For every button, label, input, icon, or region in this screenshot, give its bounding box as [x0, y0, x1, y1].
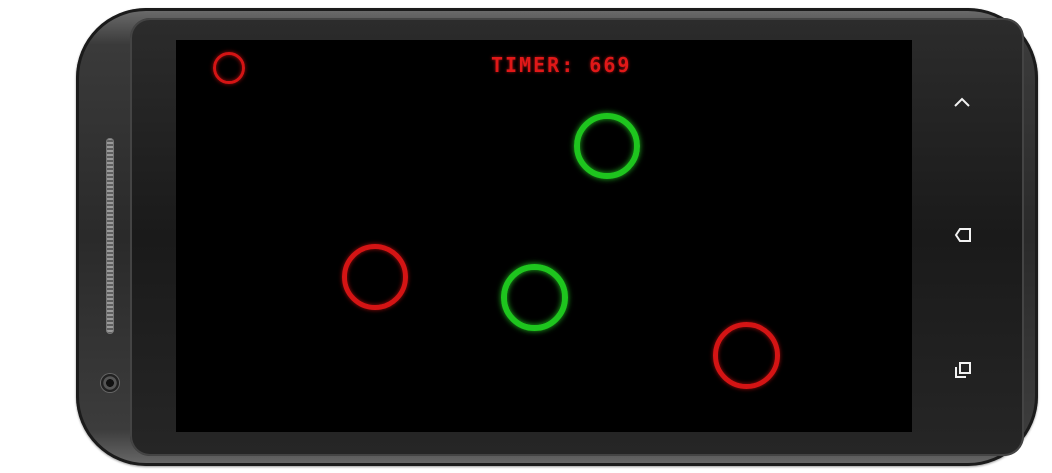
- timer-value: 669: [589, 53, 632, 77]
- lives-indicator-ring: [213, 52, 245, 84]
- chevron-up-icon: [954, 97, 970, 107]
- green-target-ring[interactable]: [501, 264, 568, 331]
- nav-back-button[interactable]: [951, 223, 975, 247]
- speaker-grille: [106, 138, 114, 334]
- timer-label: TIMER:: [491, 53, 576, 77]
- red-target-ring[interactable]: [342, 244, 408, 310]
- nav-recents-button[interactable]: [951, 358, 975, 382]
- timer-display: TIMER: 669: [491, 53, 631, 77]
- back-icon: [954, 228, 971, 242]
- recents-icon: [955, 362, 971, 378]
- red-target-ring[interactable]: [713, 322, 780, 389]
- front-camera: [101, 374, 119, 392]
- nav-up-button[interactable]: [950, 90, 974, 114]
- green-target-ring[interactable]: [574, 113, 640, 179]
- game-screen[interactable]: TIMER: 669: [176, 40, 912, 432]
